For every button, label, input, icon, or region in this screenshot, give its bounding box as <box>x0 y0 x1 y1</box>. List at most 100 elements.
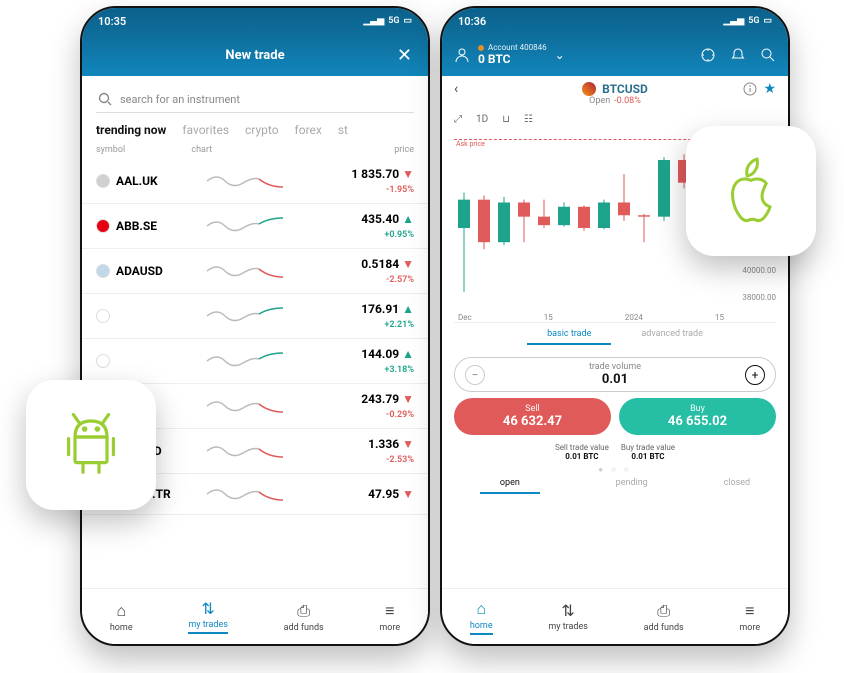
sell-price: 46 632.47 <box>454 414 611 429</box>
column-headers: symbol chart price <box>82 145 428 159</box>
nav-my trades[interactable]: ⇅ my trades <box>188 599 228 634</box>
sparkline <box>191 304 299 328</box>
tab-forex[interactable]: forex <box>295 123 322 137</box>
xtick: 15 <box>715 313 724 322</box>
nav-more[interactable]: ≡ more <box>739 601 760 633</box>
buy-button[interactable]: Buy 46 655.02 <box>619 398 776 435</box>
bell-icon[interactable] <box>730 47 746 63</box>
volume-decrease[interactable]: − <box>465 365 485 385</box>
search-placeholder: search for an instrument <box>120 93 240 106</box>
status-indicators: ▁▃▅ 5G ▭ <box>723 16 772 26</box>
profile-icon[interactable] <box>454 47 470 63</box>
status-time: 10:35 <box>98 15 126 28</box>
tab-trending[interactable]: trending now <box>96 123 166 137</box>
status-indicators: ▁▃▅ 5G ▭ <box>363 16 412 26</box>
instrument-symbol: ABB.SE <box>116 219 157 233</box>
instrument-row[interactable]: 144.09 ▲+3.18% <box>82 339 428 384</box>
nav-label: more <box>739 623 760 633</box>
sell-button[interactable]: Sell 46 632.47 <box>454 398 611 435</box>
col-price: price <box>300 145 414 155</box>
sparkline <box>191 169 299 193</box>
status-bar: 10:36 ▁▃▅ 5G ▭ <box>442 8 788 34</box>
tab-more[interactable]: st <box>338 123 348 137</box>
sell-tv-label: Sell trade value <box>555 443 609 452</box>
instrument-row[interactable]: AAL.UK 1 835.70 ▼-1.95% <box>82 159 428 204</box>
x-axis: Dec 15 2024 15 <box>454 313 728 322</box>
nav-label: home <box>470 621 493 631</box>
pair-symbol: BTCUSD <box>602 82 648 96</box>
instrument-row[interactable]: 176.91 ▲+2.21% <box>82 294 428 339</box>
fullscreen-icon[interactable]: ⤢ <box>454 114 462 125</box>
chevron-down-icon[interactable]: ⌄ <box>555 48 565 62</box>
search-icon[interactable] <box>760 47 776 63</box>
instrument-change: -2.57% <box>386 275 414 285</box>
nav-home[interactable]: ⌂ home <box>110 601 133 633</box>
nav-icon: ⇅ <box>201 599 214 618</box>
nav-label: more <box>379 623 400 633</box>
close-icon[interactable]: ✕ <box>397 45 412 66</box>
candle-icon[interactable]: ⊔ <box>502 114 510 125</box>
android-icon <box>51 405 131 485</box>
account-label: Account 400846 <box>478 44 547 53</box>
volume-increase[interactable]: + <box>745 365 765 385</box>
settings-icon[interactable]: ☷ <box>524 114 533 125</box>
col-chart: chart <box>191 145 299 155</box>
phone-right: 10:36 ▁▃▅ 5G ▭ Account 400846 0 BTC ⌄ ‹ … <box>440 6 790 646</box>
nav-home[interactable]: ⌂ home <box>470 599 493 635</box>
info-icon[interactable] <box>743 82 757 96</box>
instrument-icon <box>96 309 110 323</box>
tab-open[interactable]: open <box>480 478 540 494</box>
buy-price: 46 655.02 <box>619 414 776 429</box>
instrument-change: -2.53% <box>386 455 414 465</box>
ytick: 40000.00 <box>728 266 776 275</box>
instrument-symbol: AAL.UK <box>116 174 158 188</box>
tab-favorites[interactable]: favorites <box>182 123 229 137</box>
nav-add funds[interactable]: ⎙ add funds <box>284 601 324 633</box>
tab-advanced-trade[interactable]: advanced trade <box>641 329 702 345</box>
volume-value[interactable]: 0.01 <box>589 372 641 387</box>
tab-crypto[interactable]: crypto <box>245 123 279 137</box>
bottom-nav: ⌂ home ⇅ my trades ⎙ add funds ≡ more <box>82 588 428 644</box>
open-change: -0.08% <box>614 96 641 106</box>
instrument-price: 1.336 <box>368 437 399 451</box>
sparkline <box>191 439 299 463</box>
xtick: 15 <box>544 313 553 322</box>
order-status-tabs: open pending closed <box>442 474 788 498</box>
col-symbol: symbol <box>96 145 191 155</box>
instrument-row[interactable]: ADAUSD 0.5184 ▼-2.57% <box>82 249 428 294</box>
nav-more[interactable]: ≡ more <box>379 601 400 633</box>
nav-label: my trades <box>548 622 588 632</box>
open-label: Open <box>589 96 610 106</box>
timeframe-selector[interactable]: 1D <box>476 114 488 125</box>
search-icon <box>98 92 112 106</box>
trade-volume-stepper: − trade volume 0.01 + <box>454 357 776 392</box>
instrument-change: +3.18% <box>384 365 414 375</box>
nav-label: add funds <box>644 623 684 633</box>
instrument-change: -1.95% <box>386 185 414 195</box>
instrument-price: 47.95 <box>368 487 399 501</box>
network-label: 5G <box>748 16 759 26</box>
nav-label: home <box>110 623 133 633</box>
star-icon[interactable]: ★ <box>763 81 776 97</box>
tab-closed[interactable]: closed <box>724 478 751 494</box>
search-input[interactable]: search for an instrument <box>96 86 414 113</box>
instrument-row[interactable]: ABB.SE 435.40 ▲+0.95% <box>82 204 428 249</box>
page-title: New trade <box>225 48 284 63</box>
sparkline <box>191 349 299 373</box>
tab-basic-trade[interactable]: basic trade <box>527 329 611 345</box>
instrument-price: 1 835.70 <box>351 167 399 181</box>
pair-icon <box>582 82 596 96</box>
instrument-icon <box>96 264 110 278</box>
nav-my trades[interactable]: ⇅ my trades <box>548 601 588 632</box>
nav-icon: ⌂ <box>476 599 486 619</box>
nav-add funds[interactable]: ⎙ add funds <box>644 601 684 633</box>
account-bar: Account 400846 0 BTC ⌄ <box>442 34 788 76</box>
back-icon[interactable]: ‹ <box>454 81 458 97</box>
instrument-price: 435.40 <box>361 212 399 226</box>
help-icon[interactable] <box>700 47 716 63</box>
instrument-change: +2.21% <box>384 320 414 330</box>
nav-icon: ⇅ <box>561 601 574 620</box>
tab-pending[interactable]: pending <box>616 478 648 494</box>
buy-label: Buy <box>619 404 776 414</box>
nav-label: my trades <box>188 620 228 630</box>
